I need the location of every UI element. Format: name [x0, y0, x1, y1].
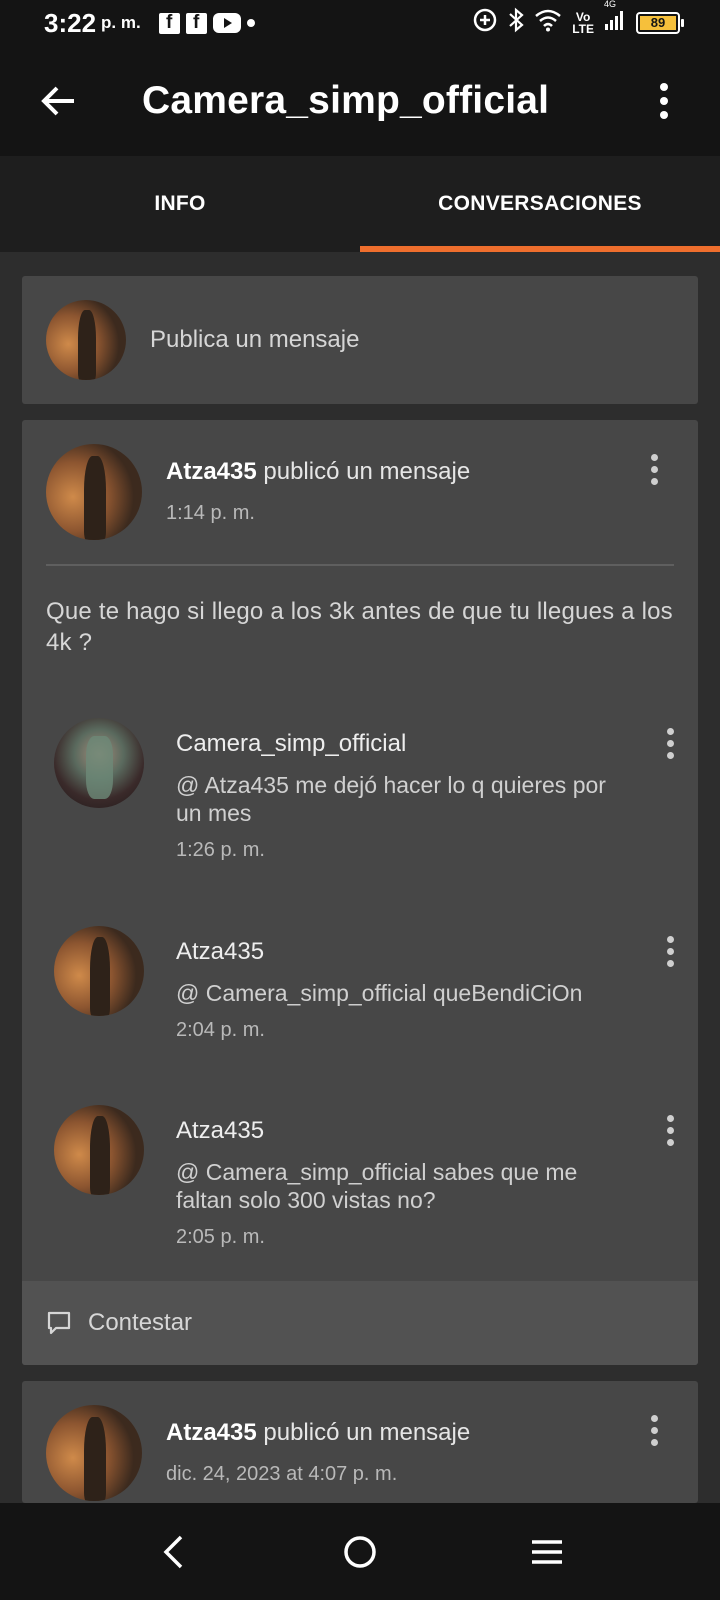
home-circle-icon: [344, 1535, 376, 1568]
more-vertical-icon: [651, 454, 658, 461]
more-vertical-icon-dot: [651, 466, 658, 473]
more-vertical-icon-dot: [667, 752, 674, 759]
more-vertical-icon: [667, 936, 674, 943]
thread-author[interactable]: Atza435: [166, 458, 257, 485]
more-vertical-icon: [651, 1415, 658, 1422]
reply-timestamp: 2:04 p. m.: [176, 1019, 265, 1041]
avatar[interactable]: [54, 1105, 144, 1195]
reply-item: Atza435 @ Camera_simp_official queBendiC…: [54, 926, 674, 1042]
post-input-placeholder[interactable]: Publica un mensaje: [150, 326, 359, 354]
reply-menu-button[interactable]: [667, 1115, 674, 1146]
more-vertical-icon-dot: [667, 960, 674, 967]
data-saver-icon: [472, 7, 498, 39]
chevron-left-icon: [163, 1535, 183, 1568]
more-vertical-icon-dot: [667, 740, 674, 747]
battery-icon: 89: [636, 12, 684, 34]
thread-menu-button[interactable]: [651, 1415, 658, 1446]
thread-title: Atza435 publicó un mensaje: [166, 1419, 470, 1447]
network-type: 4G: [604, 0, 617, 9]
facebook-icon: f: [185, 12, 207, 34]
arrow-left-icon: [41, 86, 74, 116]
more-vertical-icon: [667, 1115, 674, 1122]
reply-button-label: Contestar: [88, 1309, 193, 1336]
more-vertical-icon-dot: [667, 1139, 674, 1146]
avatar: [46, 300, 126, 380]
menu-icon: [531, 1539, 562, 1564]
thread-author[interactable]: Atza435: [166, 1419, 257, 1446]
status-time: 3:22: [44, 7, 97, 38]
more-vertical-icon-dot: [651, 1439, 658, 1446]
page-title: Camera_simp_official: [142, 79, 550, 122]
thread-timestamp: dic. 24, 2023 at 4:07 p. m.: [166, 1463, 398, 1485]
back-button[interactable]: [28, 71, 88, 131]
reply-button[interactable]: Contestar: [22, 1281, 698, 1365]
reply-item: Camera_simp_official @ Atza435 me dejó h…: [54, 718, 674, 862]
avatar[interactable]: [54, 718, 144, 808]
more-vertical-icon-dot: [667, 948, 674, 955]
status-bar: 3:22 p. m. f f Vo LTE 4G 89: [0, 0, 720, 46]
more-vertical-icon: [667, 728, 674, 735]
nav-recents-button[interactable]: [517, 1522, 577, 1582]
comment-icon: [47, 1311, 71, 1335]
facebook-icon: f: [158, 12, 180, 34]
wifi-icon: [534, 8, 562, 38]
nav-back-button[interactable]: [143, 1522, 203, 1582]
nav-home-button[interactable]: [330, 1522, 390, 1582]
tab-conversaciones[interactable]: CONVERSACIONES: [360, 156, 720, 252]
reply-item: Atza435 @ Camera_simp_official sabes que…: [54, 1105, 674, 1249]
reply-content: Camera_simp_official @ Atza435 me dejó h…: [176, 718, 626, 862]
reply-content: Atza435 @ Camera_simp_official queBendiC…: [176, 926, 626, 1042]
avatar[interactable]: [54, 926, 144, 1016]
more-vertical-icon-dot: [651, 1427, 658, 1434]
signal-icon: 4G: [604, 0, 626, 37]
avatar[interactable]: [46, 444, 142, 540]
status-right: Vo LTE 4G 89: [472, 0, 684, 39]
reply-author[interactable]: Atza435: [176, 1117, 626, 1145]
thread-message: Que te hago si llego a los 3k antes de q…: [46, 598, 673, 656]
reply-content: Atza435 @ Camera_simp_official sabes que…: [176, 1105, 626, 1249]
tab-info[interactable]: INFO: [0, 156, 360, 252]
conversation-thread: Atza435 publicó un mensaje 1:14 p. m. Qu…: [22, 420, 698, 1365]
thread-header-text: Atza435 publicó un mensaje dic. 24, 2023…: [166, 1405, 470, 1503]
youtube-icon: [212, 13, 241, 33]
thread-menu-button[interactable]: [651, 454, 658, 485]
more-vertical-icon: [660, 83, 668, 119]
tab-bar: INFO CONVERSACIONES: [0, 156, 720, 252]
avatar[interactable]: [46, 1405, 142, 1501]
thread-title: Atza435 publicó un mensaje: [166, 458, 470, 486]
battery-level: 89: [640, 16, 676, 30]
more-vertical-icon-dot: [651, 478, 658, 485]
conversation-thread: Atza435 publicó un mensaje dic. 24, 2023…: [22, 1381, 698, 1503]
thread-header: Atza435 publicó un mensaje dic. 24, 2023…: [22, 1381, 698, 1503]
reply-author[interactable]: Camera_simp_official: [176, 730, 626, 758]
reply-menu-button[interactable]: [667, 728, 674, 759]
status-ampm: p. m.: [101, 13, 141, 32]
thread-timestamp: 1:14 p. m.: [166, 502, 255, 524]
thread-action: publicó un mensaje: [263, 458, 471, 485]
more-vertical-icon-dot: [667, 1127, 674, 1134]
reply-message: @ Atza435 me dejó hacer lo q quieres por…: [176, 772, 606, 826]
reply-author[interactable]: Atza435: [176, 938, 626, 966]
post-composer[interactable]: Publica un mensaje: [22, 276, 698, 404]
notification-dot-icon: [246, 19, 255, 27]
overflow-menu-button[interactable]: [644, 71, 684, 131]
thread-header: Atza435 publicó un mensaje 1:14 p. m.: [22, 420, 698, 564]
bluetooth-icon: [508, 7, 524, 39]
system-nav-bar: [0, 1503, 720, 1600]
reply-menu-button[interactable]: [667, 936, 674, 967]
volte-bottom: LTE: [572, 22, 594, 36]
reply-message: @ Camera_simp_official sabes que me falt…: [176, 1159, 578, 1213]
thread-header-text: Atza435 publicó un mensaje 1:14 p. m.: [166, 444, 470, 564]
reply-timestamp: 1:26 p. m.: [176, 839, 265, 861]
thread-action: publicó un mensaje: [263, 1419, 471, 1446]
reply-timestamp: 2:05 p. m.: [176, 1226, 265, 1248]
volte-indicator: Vo LTE: [572, 11, 594, 35]
reply-message: @ Camera_simp_official queBendiCiOn: [176, 980, 583, 1006]
app-bar: Camera_simp_official: [0, 46, 720, 156]
